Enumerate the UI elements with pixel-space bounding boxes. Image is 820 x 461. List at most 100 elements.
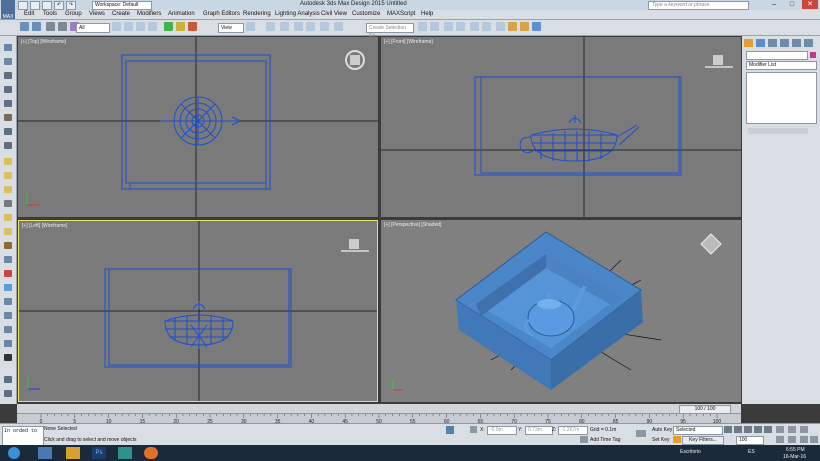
percent-snap-icon[interactable] xyxy=(306,22,315,31)
redo-icon[interactable]: ↷ xyxy=(66,1,76,10)
field-of-view-icon[interactable] xyxy=(776,436,784,443)
stack-buttons[interactable] xyxy=(748,128,808,134)
strip-tool-icon[interactable] xyxy=(4,256,12,263)
z-coordinate[interactable]: -1.267m xyxy=(558,426,588,435)
menu-customize[interactable]: Customize xyxy=(352,11,380,17)
strip-tool-icon[interactable] xyxy=(4,354,12,361)
time-slider-track[interactable]: 100 / 100 xyxy=(17,404,741,414)
select-by-name-icon[interactable] xyxy=(124,22,133,31)
explorer-icon[interactable] xyxy=(38,447,52,459)
auto-key-button[interactable]: Auto Key xyxy=(652,427,672,433)
maximize-button[interactable]: □ xyxy=(784,0,800,9)
link-icon[interactable] xyxy=(46,22,55,31)
unlink-icon[interactable] xyxy=(58,22,67,31)
orbit-icon[interactable] xyxy=(800,436,808,443)
zoom-all-icon[interactable] xyxy=(788,426,796,433)
viewport-perspective[interactable]: [+] [Perspective] [Shaded] xyxy=(381,220,741,402)
folder-icon[interactable] xyxy=(66,447,80,459)
time-tag-icon[interactable] xyxy=(580,436,588,443)
strip-tool-icon[interactable] xyxy=(4,86,12,93)
menu-animation[interactable]: Animation xyxy=(168,11,195,17)
key-filters-button[interactable]: Key Filters... xyxy=(682,436,724,445)
set-key-icon[interactable] xyxy=(673,436,681,443)
modify-tab-icon[interactable] xyxy=(756,39,765,47)
render-production-icon[interactable] xyxy=(532,22,541,31)
firefox-icon[interactable] xyxy=(144,447,158,459)
spinner-snap-icon[interactable] xyxy=(320,22,329,31)
start-icon[interactable] xyxy=(8,447,20,459)
reference-coordinate-dropdown[interactable]: View xyxy=(218,23,244,33)
menu-civil-view[interactable]: Civil View xyxy=(321,11,347,17)
move-icon[interactable] xyxy=(164,22,173,31)
zoom-icon[interactable] xyxy=(776,426,784,433)
pivot-center-icon[interactable] xyxy=(246,22,255,31)
add-time-tag[interactable]: Add Time Tag xyxy=(590,437,620,443)
strip-tool-icon[interactable] xyxy=(4,376,12,383)
undo-icon[interactable]: ↶ xyxy=(54,1,64,10)
strip-tool-icon[interactable] xyxy=(4,128,12,135)
mirror-icon[interactable] xyxy=(418,22,427,31)
maximize-viewport-icon[interactable] xyxy=(810,436,818,443)
transform-mode-icon[interactable] xyxy=(470,426,477,433)
create-tab-icon[interactable] xyxy=(744,39,753,47)
viewport-left[interactable]: [+] [Left] [Wireframe] xyxy=(18,220,378,402)
rotate-icon[interactable] xyxy=(176,22,185,31)
new-scene-icon[interactable] xyxy=(18,1,28,10)
desktop-toolbar[interactable]: Escritorio xyxy=(680,449,701,455)
maxscript-listener[interactable]: In orded to xyxy=(2,426,44,447)
render-setup-icon[interactable] xyxy=(508,22,517,31)
menu-help[interactable]: Help xyxy=(421,11,433,17)
strip-tool-icon[interactable] xyxy=(4,312,12,319)
strip-tool-icon[interactable] xyxy=(4,200,12,207)
workspace-dropdown[interactable]: Workspace: Default xyxy=(92,1,152,10)
strip-tool-icon[interactable] xyxy=(4,100,12,107)
window-crossing-icon[interactable] xyxy=(148,22,157,31)
utilities-tab-icon[interactable] xyxy=(804,39,813,47)
strip-tool-icon[interactable] xyxy=(4,270,12,277)
menu-rendering[interactable]: Rendering xyxy=(243,11,271,17)
menu-edit[interactable]: Edit xyxy=(24,11,34,17)
selection-filter-dropdown[interactable]: All xyxy=(76,23,110,33)
strip-tool-icon[interactable] xyxy=(4,228,12,235)
strip-tool-icon[interactable] xyxy=(4,284,12,291)
menu-lighting-analysis[interactable]: Lighting Analysis xyxy=(275,11,320,17)
graphite-tool-icon[interactable] xyxy=(4,44,12,51)
layer-manager-icon[interactable] xyxy=(444,22,453,31)
zoom-extents-icon[interactable] xyxy=(800,426,808,433)
clock-time[interactable]: 6:55 PM xyxy=(786,447,805,453)
scale-icon[interactable] xyxy=(188,22,197,31)
key-mode-dropdown[interactable]: Selected xyxy=(673,426,723,435)
close-button[interactable]: ✕ xyxy=(802,0,818,9)
strip-tool-icon[interactable] xyxy=(4,72,12,79)
menu-maxscript[interactable]: MAXScript xyxy=(387,11,415,17)
language-indicator[interactable]: ES xyxy=(748,449,755,455)
3dsmax-icon[interactable] xyxy=(118,447,132,459)
go-to-start-icon[interactable] xyxy=(724,426,732,433)
current-frame-field[interactable]: 100 xyxy=(736,436,764,445)
next-frame-icon[interactable] xyxy=(754,426,762,433)
named-selection-set-input[interactable]: Create Selection Se xyxy=(366,23,414,39)
angle-snap-icon[interactable] xyxy=(294,22,303,31)
strip-tool-icon[interactable] xyxy=(4,186,12,193)
open-icon[interactable] xyxy=(30,1,40,10)
strip-tool-icon[interactable] xyxy=(4,242,12,249)
object-name-field[interactable] xyxy=(746,51,808,60)
strip-tool-icon[interactable] xyxy=(4,298,12,305)
edit-named-selection-icon[interactable] xyxy=(334,22,343,31)
rendered-frame-window-icon[interactable] xyxy=(520,22,529,31)
snaps-toggle-icon[interactable] xyxy=(280,22,289,31)
display-tab-icon[interactable] xyxy=(792,39,801,47)
previous-frame-icon[interactable] xyxy=(734,426,742,433)
material-editor-icon[interactable] xyxy=(496,22,505,31)
strip-tool-icon[interactable] xyxy=(4,142,12,149)
menu-views[interactable]: Views xyxy=(89,11,105,17)
undo-icon[interactable] xyxy=(20,22,29,31)
motion-tab-icon[interactable] xyxy=(780,39,789,47)
graphite-ribbon-icon[interactable] xyxy=(456,22,465,31)
save-icon[interactable] xyxy=(42,1,52,10)
align-icon[interactable] xyxy=(430,22,439,31)
viewport-front[interactable]: [+] [Front] [Wireframe] xyxy=(381,37,741,217)
pan-icon[interactable] xyxy=(788,436,796,443)
menu-modifiers[interactable]: Modifiers xyxy=(137,11,161,17)
key-icon[interactable] xyxy=(636,430,646,437)
